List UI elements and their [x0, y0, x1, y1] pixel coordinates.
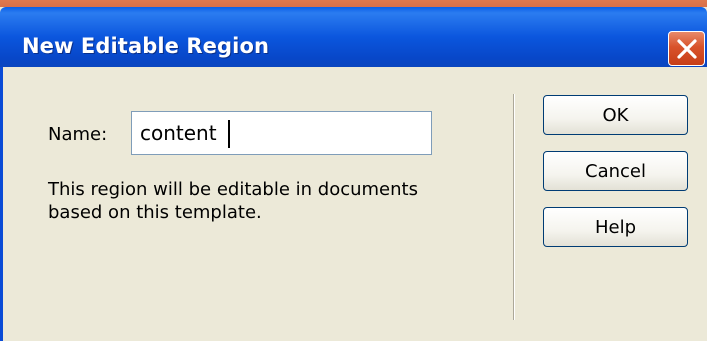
dialog-titlebar[interactable]: New Editable Region	[0, 7, 707, 67]
close-button[interactable]	[668, 31, 705, 66]
description-text: This region will be editable in document…	[48, 179, 418, 223]
text-caret	[228, 120, 230, 148]
dialog-title: New Editable Region	[22, 34, 270, 58]
cancel-button[interactable]: Cancel	[543, 151, 688, 191]
vertical-divider	[513, 94, 515, 320]
dialog-frame-left	[0, 67, 3, 341]
help-button[interactable]: Help	[543, 207, 688, 247]
background-window-strip	[0, 0, 707, 7]
ok-button[interactable]: OK	[543, 95, 688, 135]
name-label: Name:	[48, 124, 108, 145]
name-input[interactable]	[131, 111, 432, 155]
close-icon	[677, 39, 697, 59]
